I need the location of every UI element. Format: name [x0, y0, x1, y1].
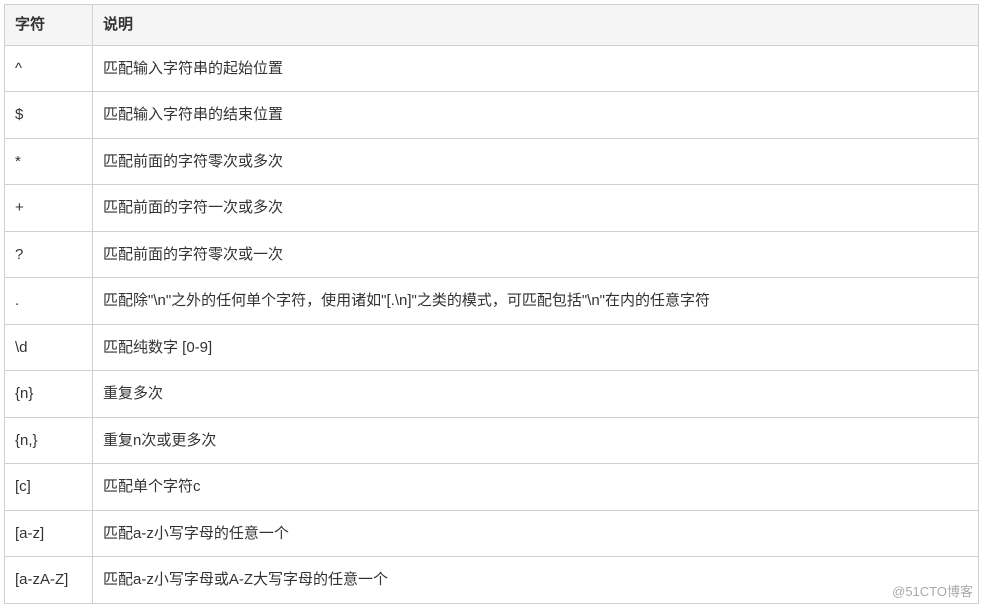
- table-row: * 匹配前面的字符零次或多次: [5, 138, 979, 185]
- cell-desc: 匹配前面的字符一次或多次: [93, 185, 979, 232]
- cell-char: [c]: [5, 464, 93, 511]
- table-row: ^ 匹配输入字符串的起始位置: [5, 45, 979, 92]
- cell-char: [a-z]: [5, 510, 93, 557]
- cell-char: +: [5, 185, 93, 232]
- cell-char: ?: [5, 231, 93, 278]
- table-row: [a-zA-Z] 匹配a-z小写字母或A-Z大写字母的任意一个: [5, 557, 979, 604]
- cell-char: .: [5, 278, 93, 325]
- cell-desc: 匹配前面的字符零次或一次: [93, 231, 979, 278]
- cell-desc: 匹配输入字符串的结束位置: [93, 92, 979, 139]
- cell-char: $: [5, 92, 93, 139]
- cell-desc: 匹配输入字符串的起始位置: [93, 45, 979, 92]
- table-row: \d 匹配纯数字 [0-9]: [5, 324, 979, 371]
- cell-char: {n}: [5, 371, 93, 418]
- cell-desc: 匹配前面的字符零次或多次: [93, 138, 979, 185]
- cell-char: \d: [5, 324, 93, 371]
- watermark-text: @51CTO博客: [892, 581, 973, 600]
- cell-desc: 重复n次或更多次: [93, 417, 979, 464]
- cell-desc: 匹配a-z小写字母的任意一个: [93, 510, 979, 557]
- table-row: $ 匹配输入字符串的结束位置: [5, 92, 979, 139]
- cell-desc: 匹配纯数字 [0-9]: [93, 324, 979, 371]
- cell-desc: 重复多次: [93, 371, 979, 418]
- cell-desc: 匹配a-z小写字母或A-Z大写字母的任意一个: [93, 557, 979, 604]
- table-row: [a-z] 匹配a-z小写字母的任意一个: [5, 510, 979, 557]
- table-header-row: 字符 说明: [5, 5, 979, 46]
- cell-desc: 匹配除"\n"之外的任何单个字符，使用诸如"[.\n]"之类的模式，可匹配包括"…: [93, 278, 979, 325]
- table-row: + 匹配前面的字符一次或多次: [5, 185, 979, 232]
- header-desc: 说明: [93, 5, 979, 46]
- cell-char: ^: [5, 45, 93, 92]
- cell-char: [a-zA-Z]: [5, 557, 93, 604]
- header-char: 字符: [5, 5, 93, 46]
- table-row: {n} 重复多次: [5, 371, 979, 418]
- regex-reference-table: 字符 说明 ^ 匹配输入字符串的起始位置 $ 匹配输入字符串的结束位置 * 匹配…: [4, 4, 979, 604]
- cell-char: {n,}: [5, 417, 93, 464]
- cell-char: *: [5, 138, 93, 185]
- table-row: {n,} 重复n次或更多次: [5, 417, 979, 464]
- cell-desc: 匹配单个字符c: [93, 464, 979, 511]
- table-row: . 匹配除"\n"之外的任何单个字符，使用诸如"[.\n]"之类的模式，可匹配包…: [5, 278, 979, 325]
- table-row: [c] 匹配单个字符c: [5, 464, 979, 511]
- table-row: ? 匹配前面的字符零次或一次: [5, 231, 979, 278]
